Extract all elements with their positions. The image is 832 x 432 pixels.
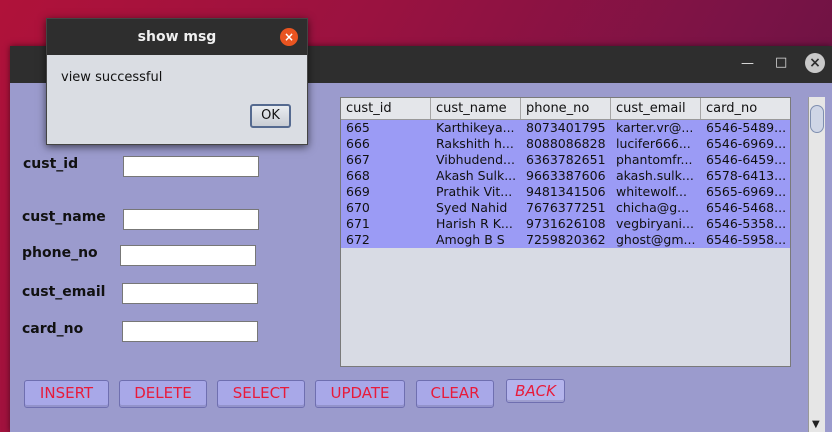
cust-name-label: cust_name bbox=[22, 209, 106, 225]
cell-cust-name[interactable]: Akash Sulk... bbox=[431, 168, 521, 184]
cell-cust-email[interactable]: akash.sulk... bbox=[611, 168, 701, 184]
cell-cust-email[interactable]: vegbiryani... bbox=[611, 216, 701, 232]
table-row[interactable]: 670 Syed Nahid 7676377251 chicha@g... 6546-5… bbox=[341, 200, 790, 216]
table-row[interactable]: 672 Amogh B S 7259820362 ghost@gm... 6546-59… bbox=[341, 232, 790, 248]
table-row[interactable]: 667 Vibhudend... 6363782651 phantomfr... 654… bbox=[341, 152, 790, 168]
table-row[interactable]: 665 Karthikeya... 8073401795 karter.vr@... 6… bbox=[341, 120, 790, 136]
cust-email-input[interactable] bbox=[122, 283, 258, 304]
scroll-down-arrow-icon[interactable]: ▼ bbox=[812, 419, 820, 430]
vertical-scrollbar[interactable]: ▼ bbox=[808, 97, 825, 432]
phone-no-label: phone_no bbox=[22, 245, 98, 261]
cell-cust-name[interactable]: Prathik Vit... bbox=[431, 184, 521, 200]
insert-button[interactable]: INSERT bbox=[24, 380, 109, 408]
cell-phone-no[interactable]: 9481341506 bbox=[521, 184, 611, 200]
cell-cust-id[interactable]: 672 bbox=[341, 232, 431, 248]
cell-cust-name[interactable]: Karthikeya... bbox=[431, 120, 521, 136]
cell-card-no[interactable]: 6546-6459... bbox=[701, 152, 790, 168]
minimize-icon[interactable]: — bbox=[741, 56, 754, 71]
table-row[interactable]: 671 Harish R K... 9731626108 vegbiryani... 6… bbox=[341, 216, 790, 232]
table-header: cust_id cust_name phone_no cust_email ca… bbox=[341, 98, 790, 120]
close-icon[interactable]: × bbox=[805, 53, 825, 73]
table-row[interactable]: 669 Prathik Vit... 9481341506 whitewolf... 6… bbox=[341, 184, 790, 200]
phone-no-input[interactable] bbox=[120, 245, 256, 266]
back-button[interactable]: BACK bbox=[506, 379, 565, 403]
cust-name-input[interactable] bbox=[123, 209, 259, 230]
cell-cust-id[interactable]: 666 bbox=[341, 136, 431, 152]
column-header-cust-email[interactable]: cust_email bbox=[611, 98, 701, 119]
cell-cust-email[interactable]: karter.vr@... bbox=[611, 120, 701, 136]
message-dialog: show msg × view successful OK bbox=[46, 18, 308, 145]
cell-phone-no[interactable]: 8088086828 bbox=[521, 136, 611, 152]
cell-cust-email[interactable]: chicha@g... bbox=[611, 200, 701, 216]
cust-id-input[interactable] bbox=[123, 156, 259, 177]
customer-table[interactable]: cust_id cust_name phone_no cust_email ca… bbox=[340, 97, 791, 367]
card-no-input[interactable] bbox=[122, 321, 258, 342]
cell-phone-no[interactable]: 6363782651 bbox=[521, 152, 611, 168]
cust-email-label: cust_email bbox=[22, 284, 106, 300]
table-body: 665 Karthikeya... 8073401795 karter.vr@... 6… bbox=[341, 120, 790, 248]
card-no-label: card_no bbox=[22, 321, 84, 337]
cell-card-no[interactable]: 6546-5958... bbox=[701, 232, 790, 248]
cell-card-no[interactable]: 6546-5468... bbox=[701, 200, 790, 216]
cell-cust-id[interactable]: 665 bbox=[341, 120, 431, 136]
cell-card-no[interactable]: 6565-6969... bbox=[701, 184, 790, 200]
table-row[interactable]: 668 Akash Sulk... 9663387606 akash.sulk... 6… bbox=[341, 168, 790, 184]
cell-phone-no[interactable]: 7259820362 bbox=[521, 232, 611, 248]
cell-card-no[interactable]: 6546-5489... bbox=[701, 120, 790, 136]
table-row[interactable]: 666 Rakshith h... 8088086828 lucifer666... 6… bbox=[341, 136, 790, 152]
cell-cust-id[interactable]: 670 bbox=[341, 200, 431, 216]
cell-cust-email[interactable]: phantomfr... bbox=[611, 152, 701, 168]
cell-phone-no[interactable]: 8073401795 bbox=[521, 120, 611, 136]
cell-cust-name[interactable]: Amogh B S bbox=[431, 232, 521, 248]
dialog-title: show msg bbox=[47, 19, 307, 55]
column-header-cust-id[interactable]: cust_id bbox=[341, 98, 431, 119]
cell-cust-id[interactable]: 668 bbox=[341, 168, 431, 184]
cell-cust-email[interactable]: lucifer666... bbox=[611, 136, 701, 152]
cell-cust-email[interactable]: whitewolf... bbox=[611, 184, 701, 200]
clear-button[interactable]: CLEAR bbox=[416, 380, 494, 408]
cell-phone-no[interactable]: 9663387606 bbox=[521, 168, 611, 184]
cell-cust-name[interactable]: Rakshith h... bbox=[431, 136, 521, 152]
scrollbar-thumb[interactable] bbox=[810, 105, 824, 133]
dialog-close-icon[interactable]: × bbox=[280, 28, 298, 46]
cell-phone-no[interactable]: 7676377251 bbox=[521, 200, 611, 216]
cell-cust-name[interactable]: Harish R K... bbox=[431, 216, 521, 232]
select-button[interactable]: SELECT bbox=[217, 380, 305, 408]
maximize-icon[interactable]: □ bbox=[775, 55, 787, 70]
delete-button[interactable]: DELETE bbox=[119, 380, 207, 408]
cell-cust-name[interactable]: Syed Nahid bbox=[431, 200, 521, 216]
column-header-card-no[interactable]: card_no bbox=[701, 98, 790, 119]
ok-button[interactable]: OK bbox=[250, 104, 291, 128]
cell-card-no[interactable]: 6578-6413... bbox=[701, 168, 790, 184]
cell-phone-no[interactable]: 9731626108 bbox=[521, 216, 611, 232]
cell-card-no[interactable]: 6546-6969... bbox=[701, 136, 790, 152]
cust-id-label: cust_id bbox=[23, 156, 79, 172]
cell-cust-id[interactable]: 667 bbox=[341, 152, 431, 168]
cell-card-no[interactable]: 6546-5358... bbox=[701, 216, 790, 232]
cell-cust-email[interactable]: ghost@gm... bbox=[611, 232, 701, 248]
cell-cust-id[interactable]: 671 bbox=[341, 216, 431, 232]
column-header-cust-name[interactable]: cust_name bbox=[431, 98, 521, 119]
cell-cust-id[interactable]: 669 bbox=[341, 184, 431, 200]
column-header-phone-no[interactable]: phone_no bbox=[521, 98, 611, 119]
cell-cust-name[interactable]: Vibhudend... bbox=[431, 152, 521, 168]
update-button[interactable]: UPDATE bbox=[315, 380, 405, 408]
dialog-message: view successful bbox=[61, 70, 163, 85]
